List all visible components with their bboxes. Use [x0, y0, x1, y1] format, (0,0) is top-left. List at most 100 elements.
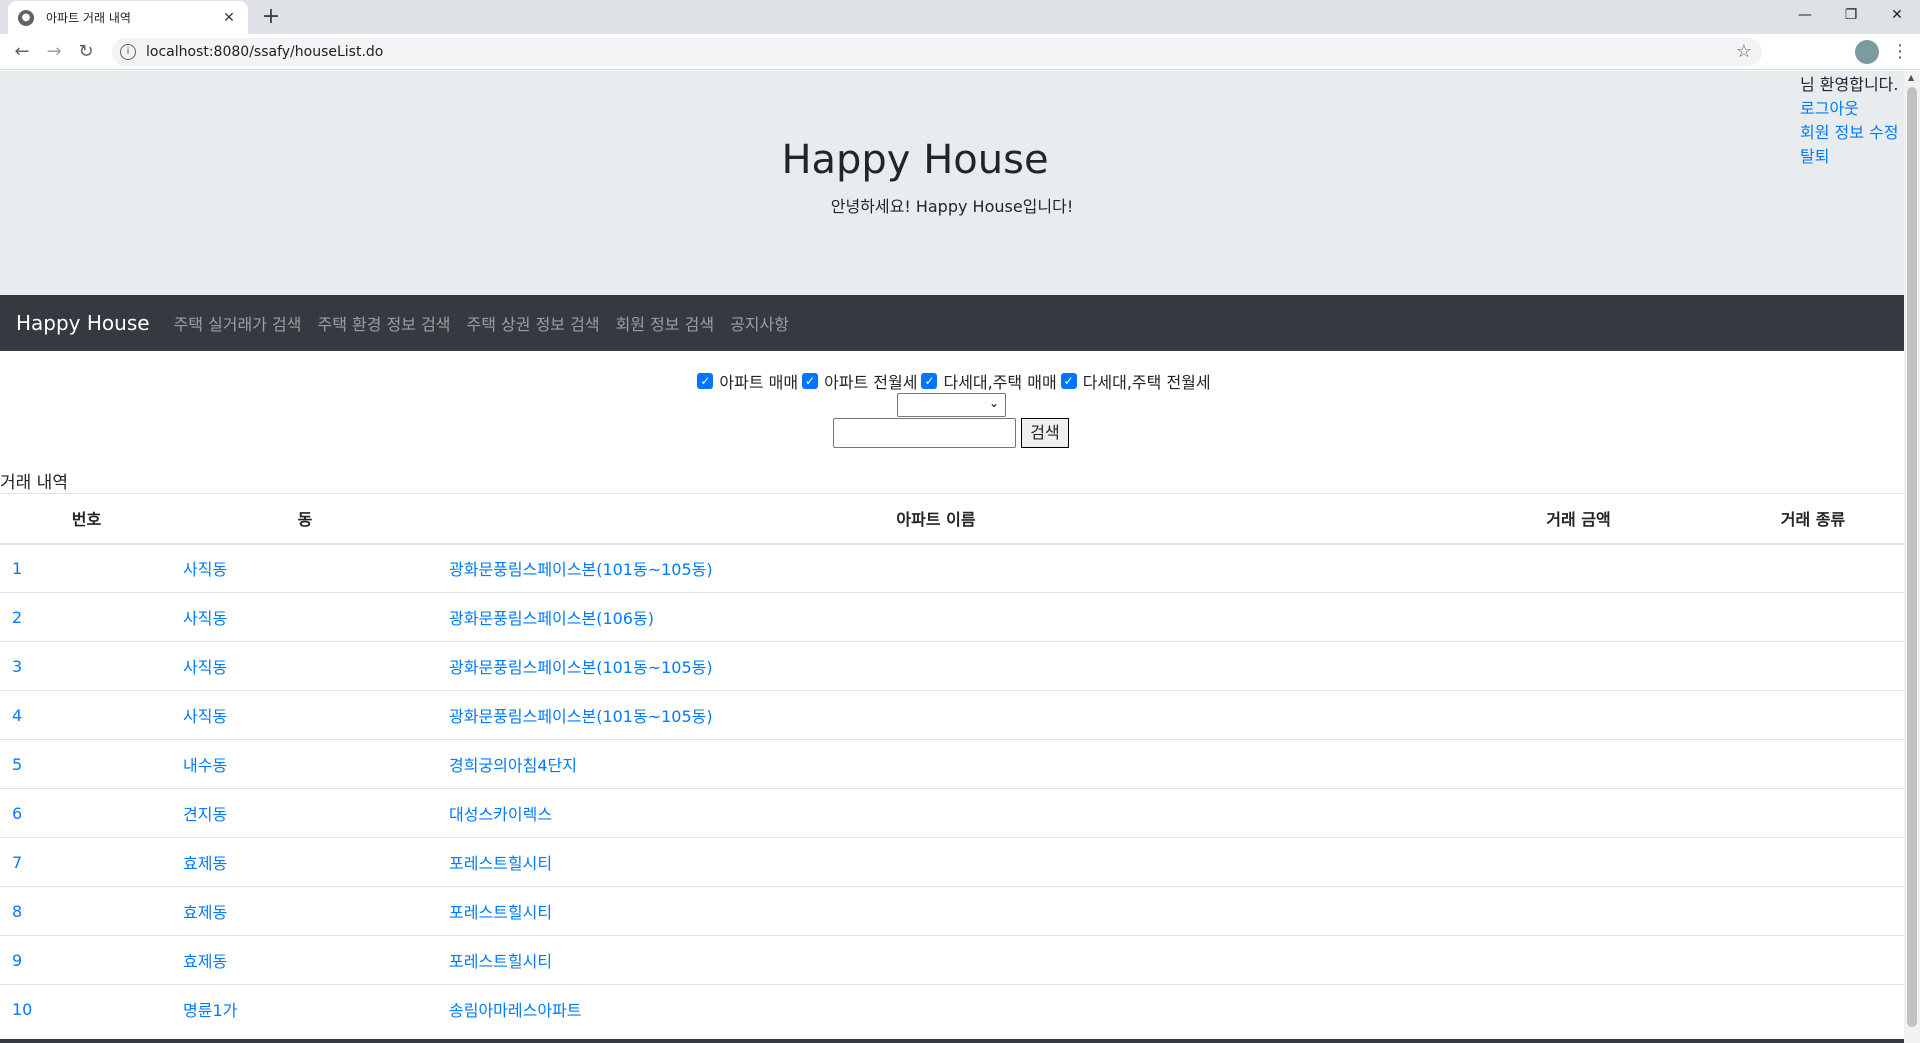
restore-icon[interactable]: ❐: [1828, 0, 1874, 30]
bookmark-star-icon[interactable]: ☆: [1736, 41, 1752, 62]
minimize-icon[interactable]: —: [1782, 0, 1828, 30]
cell-amount: [1435, 886, 1722, 936]
cell-deal-type: [1722, 837, 1904, 887]
globe-icon: ●: [18, 9, 34, 26]
cell-no[interactable]: 7: [0, 837, 173, 887]
header-dong: 동: [173, 493, 437, 545]
info-icon[interactable]: i: [120, 44, 136, 60]
cell-no[interactable]: 1: [0, 543, 173, 593]
cell-apt-name[interactable]: 광화문풍림스페이스본(106동): [437, 592, 1435, 642]
table-row: 2 사직동 광화문풍림스페이스본(106동): [0, 592, 1904, 642]
checkbox-checked-icon[interactable]: ✓: [1060, 373, 1077, 389]
cell-apt-name[interactable]: 포레스트힐시티: [437, 837, 1435, 887]
cell-dong[interactable]: 효제동: [173, 886, 437, 936]
back-icon[interactable]: ←: [10, 40, 34, 64]
table-row: 3 사직동 광화문풍림스페이스본(101동~105동): [0, 641, 1904, 691]
tab-title: 아파트 거래 내역: [46, 11, 131, 25]
cell-deal-type: [1722, 641, 1904, 691]
page-scrollbar[interactable]: ▲: [1904, 71, 1920, 1043]
edit-profile-link[interactable]: 회원 정보 수정: [1800, 121, 1899, 145]
filter-label: 아파트 매매: [719, 373, 799, 392]
browser-menu-icon[interactable]: ⋮: [1890, 40, 1910, 64]
cell-no[interactable]: 6: [0, 788, 173, 838]
profile-avatar[interactable]: [1855, 40, 1879, 64]
cell-apt-name[interactable]: 광화문풍림스페이스본(101동~105동): [437, 543, 1435, 593]
cell-dong[interactable]: 사직동: [173, 592, 437, 642]
filter-label: 다세대,주택 전월세: [1082, 373, 1211, 392]
page-content: Happy House 안녕하세요! Happy House입니다! 님 환영합…: [0, 71, 1904, 1043]
cell-dong[interactable]: 사직동: [173, 543, 437, 593]
cell-dong[interactable]: 사직동: [173, 690, 437, 740]
cell-apt-name[interactable]: 경희궁의아침4단지: [437, 739, 1435, 789]
checkbox-checked-icon[interactable]: ✓: [802, 373, 819, 389]
cell-dong[interactable]: 명륜1가: [173, 984, 437, 1034]
table-row: 5 내수동 경희궁의아침4단지: [0, 739, 1904, 789]
cell-deal-type: [1722, 739, 1904, 789]
cell-deal-type: [1722, 543, 1904, 593]
filter-house-rent[interactable]: ✓ 다세대,주택 전월세: [1057, 369, 1211, 393]
cell-no[interactable]: 8: [0, 886, 173, 936]
browser-tab[interactable]: ● 아파트 거래 내역 ✕: [8, 1, 248, 34]
filter-apt-sale[interactable]: ✓ 아파트 매매: [693, 369, 798, 393]
table-row: 7 효제동 포레스트힐시티: [0, 837, 1904, 887]
nav-item-environment-search[interactable]: 주택 환경 정보 검색: [318, 311, 451, 335]
filter-apt-rent[interactable]: ✓ 아파트 전월세: [798, 369, 917, 393]
address-bar: ← → ↻ i localhost:8080/ssafy/houseList.d…: [0, 34, 1920, 70]
close-tab-icon[interactable]: ✕: [220, 10, 238, 26]
table-row: 1 사직동 광화문풍림스페이스본(101동~105동): [0, 543, 1904, 593]
filter-label: 다세대,주택 매매: [943, 373, 1057, 392]
table-row: 4 사직동 광화문풍림스페이스본(101동~105동): [0, 690, 1904, 740]
cell-amount: [1435, 935, 1722, 985]
filter-house-sale[interactable]: ✓ 다세대,주택 매매: [917, 369, 1057, 393]
nav-item-notice[interactable]: 공지사항: [730, 311, 789, 335]
cell-deal-type: [1722, 886, 1904, 936]
navbar-brand[interactable]: Happy House: [16, 311, 150, 335]
cell-deal-type: [1722, 984, 1904, 1034]
cell-no[interactable]: 10: [0, 984, 173, 1034]
cell-no[interactable]: 9: [0, 935, 173, 985]
region-select[interactable]: ⌄: [897, 393, 1006, 417]
header-jumbotron: Happy House 안녕하세요! Happy House입니다! 님 환영합…: [0, 71, 1904, 295]
cell-dong[interactable]: 사직동: [173, 641, 437, 691]
cell-dong[interactable]: 효제동: [173, 935, 437, 985]
scrollbar-thumb[interactable]: [1907, 87, 1917, 1027]
user-box: 님 환영합니다. 로그아웃 회원 정보 수정 탈퇴: [1800, 73, 1899, 169]
checkbox-checked-icon[interactable]: ✓: [921, 373, 938, 389]
cell-dong[interactable]: 내수동: [173, 739, 437, 789]
cell-apt-name[interactable]: 포레스트힐시티: [437, 935, 1435, 985]
table-row: 8 효제동 포레스트힐시티: [0, 886, 1904, 936]
cell-no[interactable]: 5: [0, 739, 173, 789]
cell-apt-name[interactable]: 포레스트힐시티: [437, 886, 1435, 936]
cell-no[interactable]: 2: [0, 592, 173, 642]
url-input[interactable]: i localhost:8080/ssafy/houseList.do ☆: [112, 38, 1762, 66]
cell-deal-type: [1722, 935, 1904, 985]
reload-icon[interactable]: ↻: [74, 40, 98, 64]
search-input[interactable]: [833, 418, 1016, 448]
header-apt-name: 아파트 이름: [437, 493, 1435, 545]
cell-dong[interactable]: 효제동: [173, 837, 437, 887]
cell-dong[interactable]: 견지동: [173, 788, 437, 838]
cell-no[interactable]: 4: [0, 690, 173, 740]
header-deal-type: 거래 종류: [1722, 493, 1904, 545]
cell-amount: [1435, 641, 1722, 691]
cell-apt-name[interactable]: 대성스카이렉스: [437, 788, 1435, 838]
deal-type-filters: ✓ 아파트 매매 ✓ 아파트 전월세 ✓ 다세대,주택 매매 ✓ 다세대,주택 전월세: [0, 369, 1904, 393]
new-tab-icon[interactable]: +: [258, 4, 284, 30]
cell-no[interactable]: 3: [0, 641, 173, 691]
cell-apt-name[interactable]: 광화문풍림스페이스본(101동~105동): [437, 641, 1435, 691]
checkbox-checked-icon[interactable]: ✓: [697, 373, 714, 389]
logout-link[interactable]: 로그아웃: [1800, 97, 1899, 121]
url-text: localhost:8080/ssafy/houseList.do: [146, 44, 384, 60]
nav-item-price-search[interactable]: 주택 실거래가 검색: [174, 311, 302, 335]
withdraw-link[interactable]: 탈퇴: [1800, 145, 1899, 169]
nav-item-commercial-search[interactable]: 주택 상권 정보 검색: [467, 311, 600, 335]
search-button[interactable]: 검색: [1021, 418, 1069, 448]
scroll-up-icon[interactable]: ▲: [1908, 73, 1914, 82]
main-navbar: Happy House 주택 실거래가 검색 주택 환경 정보 검색 주택 상권…: [0, 295, 1904, 351]
cell-apt-name[interactable]: 송림아마레스아파트: [437, 984, 1435, 1034]
nav-item-member-search[interactable]: 회원 정보 검색: [616, 311, 715, 335]
welcome-text: 님 환영합니다.: [1800, 75, 1899, 94]
forward-icon[interactable]: →: [42, 40, 66, 64]
cell-apt-name[interactable]: 광화문풍림스페이스본(101동~105동): [437, 690, 1435, 740]
close-window-icon[interactable]: ✕: [1874, 0, 1920, 30]
